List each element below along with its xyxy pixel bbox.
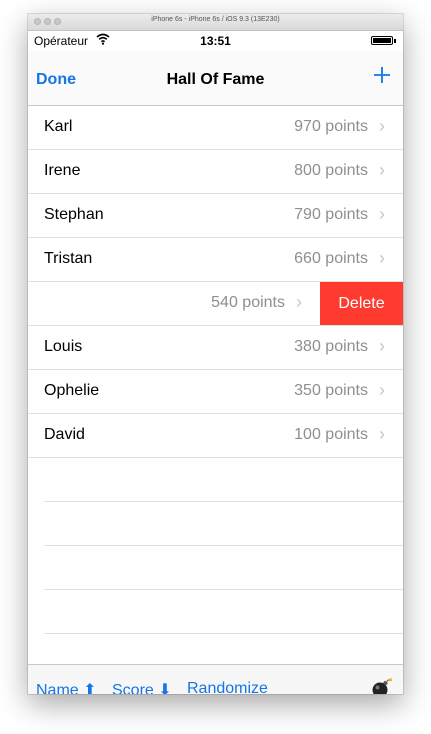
chevron-right-icon: ›: [379, 248, 385, 268]
chevron-right-icon: ›: [379, 160, 385, 180]
chevron-right-icon: ›: [379, 380, 385, 400]
player-name: David: [44, 426, 85, 443]
simulator-window: iPhone 6s - iPhone 6s / iOS 9.3 (13E230)…: [28, 14, 403, 694]
empty-row-separator: [44, 589, 403, 590]
table-row[interactable]: Karl 970 points ›: [28, 106, 403, 150]
player-points: 970 points: [294, 118, 368, 135]
bottom-toolbar: Name ⬆ Score ⬇ Randomize: [28, 664, 403, 694]
player-name: Irene: [44, 162, 81, 179]
swiped-table-row[interactable]: 540 points › Delete: [28, 282, 403, 326]
bomb-icon[interactable]: [371, 677, 393, 694]
hall-of-fame-table[interactable]: Karl 970 points › Irene 800 points › Ste…: [28, 106, 403, 646]
player-points: 350 points: [294, 382, 368, 399]
randomize-button[interactable]: Randomize: [187, 680, 268, 694]
chevron-right-icon: ›: [296, 292, 302, 312]
player-points: 790 points: [294, 206, 368, 223]
chevron-right-icon: ›: [379, 336, 385, 356]
status-bar: Opérateur 13:51: [28, 31, 403, 51]
chevron-right-icon: ›: [379, 204, 385, 224]
player-points: 380 points: [294, 338, 368, 355]
page-title: Hall Of Fame: [166, 71, 265, 88]
chevron-right-icon: ›: [379, 116, 385, 136]
sort-by-score-button[interactable]: Score ⬇: [112, 680, 172, 694]
player-points: 660 points: [294, 250, 368, 267]
add-button[interactable]: [373, 61, 391, 89]
player-points: 540 points: [211, 294, 285, 311]
player-name: Ophelie: [44, 382, 100, 399]
battery-tip: [394, 39, 396, 43]
table-row[interactable]: Irene 800 points ›: [28, 150, 403, 194]
simulator-titlebar: iPhone 6s - iPhone 6s / iOS 9.3 (13E230): [28, 14, 403, 31]
navigation-bar: Done Hall Of Fame: [28, 51, 403, 106]
status-time: 13:51: [200, 34, 231, 48]
player-points: 100 points: [294, 426, 368, 443]
player-name: Karl: [44, 118, 73, 135]
player-name: Tristan: [44, 250, 93, 267]
chevron-right-icon: ›: [379, 424, 385, 444]
plus-icon: [374, 67, 390, 83]
table-row[interactable]: Louis 380 points ›: [28, 326, 403, 370]
table-row[interactable]: David 100 points ›: [28, 414, 403, 458]
table-row[interactable]: Tristan 660 points ›: [28, 238, 403, 282]
table-row[interactable]: Ophelie 350 points ›: [28, 370, 403, 414]
empty-row-separator: [44, 545, 403, 546]
battery-icon: [371, 36, 393, 45]
iphone-screen: Opérateur 13:51 Done Hall Of Fame Karl 9…: [28, 31, 403, 694]
sort-by-name-button[interactable]: Name ⬆: [36, 680, 97, 694]
simulator-title: iPhone 6s - iPhone 6s / iOS 9.3 (13E230): [151, 16, 280, 23]
table-row[interactable]: Stephan 790 points ›: [28, 194, 403, 238]
empty-row-separator: [44, 501, 403, 502]
player-name: Stephan: [44, 206, 104, 223]
player-name: Louis: [44, 338, 83, 355]
delete-button[interactable]: Delete: [320, 282, 403, 325]
player-points: 800 points: [294, 162, 368, 179]
empty-row-separator: [44, 633, 403, 634]
